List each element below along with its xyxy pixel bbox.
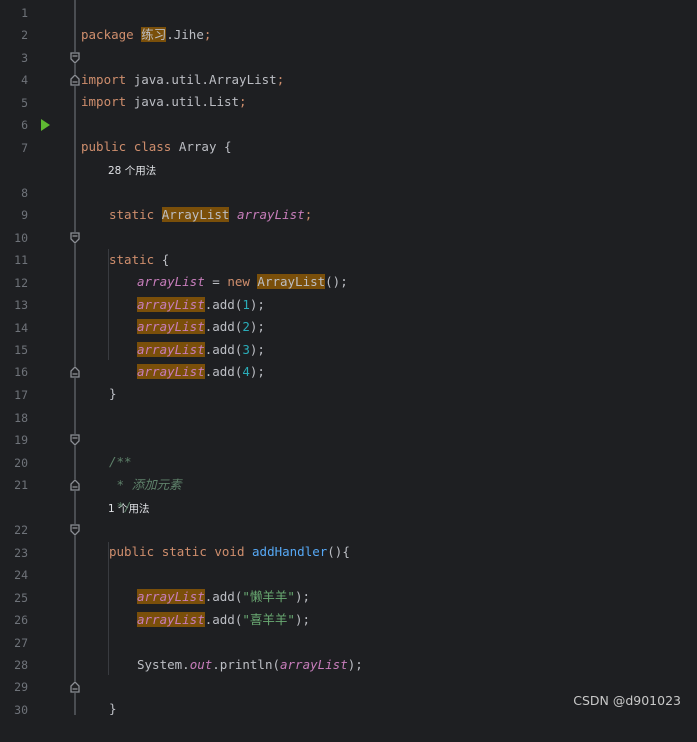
code-editor[interactable]: 1 2 3 4 5 6 7 8 9 10 11 12 13 14 15 16 1…	[0, 0, 697, 717]
code-line[interactable]: */	[0, 474, 697, 514]
code-line[interactable]: arrayList.add(2);	[0, 294, 697, 334]
code-line[interactable]: static {	[0, 227, 697, 267]
code-line[interactable]: public class Array {	[0, 114, 697, 154]
code-line[interactable]: * 添加元素	[0, 452, 697, 492]
code-line[interactable]: arrayList = new ArrayList();	[0, 249, 697, 289]
code-line[interactable]: import java.util.List;	[0, 69, 697, 109]
code-line[interactable]: /**	[0, 429, 697, 469]
code-line[interactable]: public static void addHandler(){	[0, 519, 697, 559]
usages-hint[interactable]: 28 个用法	[108, 162, 156, 180]
watermark: CSDN @d901023	[573, 693, 681, 708]
code-line[interactable]: arrayList.add(4);	[0, 339, 697, 379]
code-line[interactable]: arrayList.add("喜羊羊");	[0, 587, 697, 627]
code-line[interactable]: static ArrayList arrayList;	[0, 182, 697, 222]
code-line[interactable]: arrayList.add("懒羊羊");	[0, 564, 697, 604]
code-line[interactable]: arrayList.add(3);	[0, 317, 697, 357]
code-line[interactable]: }	[0, 361, 697, 401]
code-line[interactable]: import java.util.ArrayList;	[0, 47, 697, 87]
code-line[interactable]: arrayList.add(1);	[0, 272, 697, 312]
code-line[interactable]: package 练习.Jihe;	[0, 2, 697, 42]
code-line[interactable]: System.out.println(arrayList);	[0, 632, 697, 672]
package-highlight: 练习	[141, 27, 167, 42]
